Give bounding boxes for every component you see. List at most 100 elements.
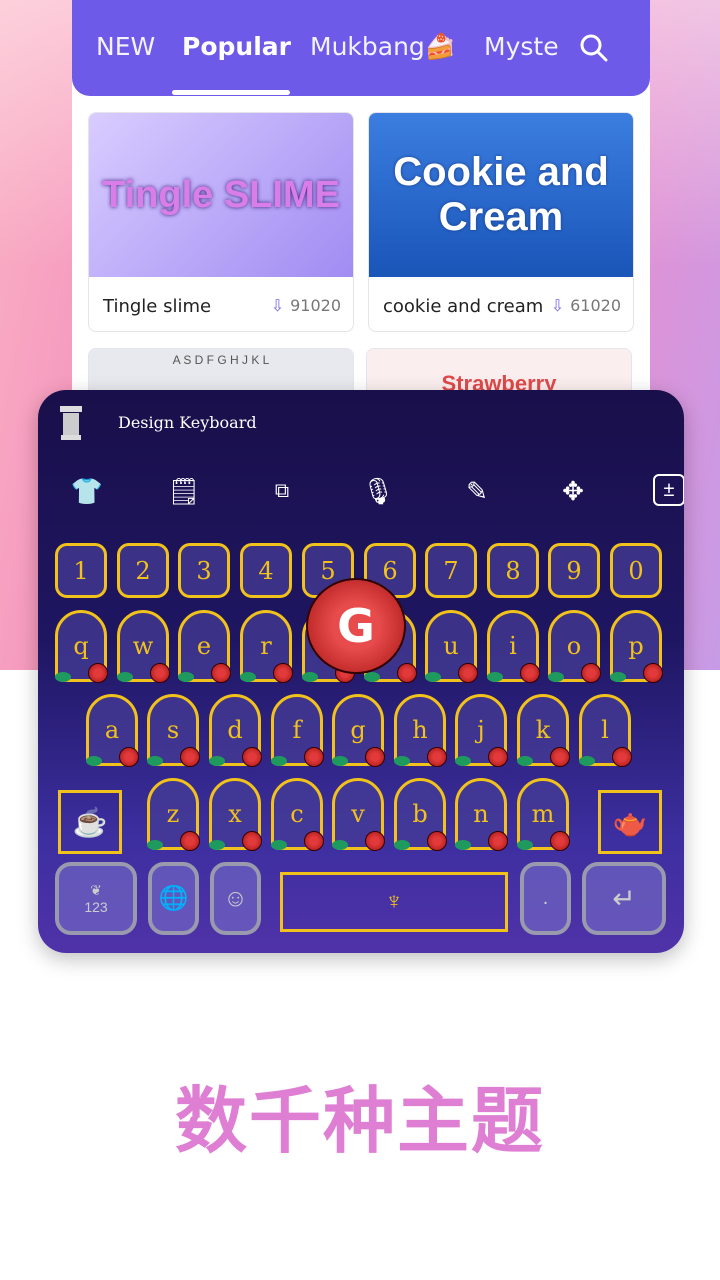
rose-icon — [180, 831, 200, 851]
tshirt-icon[interactable]: 👕 — [70, 474, 104, 508]
key-s[interactable]: s — [147, 694, 200, 767]
pencil-icon[interactable]: ✎ — [460, 474, 494, 508]
key-8[interactable]: 8 — [487, 543, 539, 598]
key-label: u — [443, 632, 459, 660]
key-z[interactable]: z — [147, 778, 200, 851]
space-key[interactable]: ♆ — [280, 872, 508, 932]
rose-icon — [550, 747, 570, 767]
rose-icon — [488, 831, 508, 851]
rose-icon — [88, 663, 108, 683]
rose-icon — [581, 663, 601, 683]
key-label: 4 — [258, 556, 274, 585]
teacup-key[interactable]: ☕ — [58, 790, 122, 854]
key-k[interactable]: k — [517, 694, 570, 767]
translate-icon[interactable]: ⧉ — [265, 474, 299, 508]
key-label: 1 — [73, 556, 89, 585]
key-label: z — [166, 800, 180, 828]
leaf-icon — [147, 756, 163, 766]
rose-icon — [612, 747, 632, 767]
key-label: h — [412, 716, 428, 744]
key-p[interactable]: p — [610, 610, 663, 683]
key-0[interactable]: 0 — [610, 543, 662, 598]
enter-key[interactable]: ↵ — [582, 862, 666, 935]
leaf-icon — [425, 672, 441, 682]
leaf-icon — [271, 840, 287, 850]
key-r[interactable]: r — [240, 610, 293, 683]
key-i[interactable]: i — [487, 610, 540, 683]
key-a[interactable]: a — [86, 694, 139, 767]
key-q[interactable]: q — [55, 610, 108, 683]
key-2[interactable]: 2 — [117, 543, 169, 598]
resize-icon[interactable]: ✥ — [556, 474, 590, 508]
leaf-icon — [579, 756, 595, 766]
key-label: w — [132, 632, 154, 660]
key-label: e — [196, 632, 212, 660]
key-v[interactable]: v — [332, 778, 385, 851]
rose-icon — [304, 831, 324, 851]
key-d[interactable]: d — [209, 694, 262, 767]
rose-icon — [365, 747, 385, 767]
teapot-key[interactable]: 🫖 — [598, 790, 662, 854]
rose-icon — [643, 663, 663, 683]
leaf-icon — [209, 840, 225, 850]
rose-icon — [488, 747, 508, 767]
key-c[interactable]: c — [271, 778, 324, 851]
quick-note-icon[interactable]: 🗒 — [167, 474, 201, 508]
pillar-icon — [60, 406, 82, 440]
key-h[interactable]: h — [394, 694, 447, 767]
download-count: ⇩ 91020 — [270, 296, 341, 315]
theme-name: Tingle slime — [103, 296, 212, 317]
leaf-icon — [332, 756, 348, 766]
key-label: f — [292, 716, 302, 744]
key-e[interactable]: e — [178, 610, 231, 683]
leaf-icon — [455, 840, 471, 850]
key-n[interactable]: n — [455, 778, 508, 851]
key-1[interactable]: 1 — [55, 543, 107, 598]
key-x[interactable]: x — [209, 778, 262, 851]
key-4[interactable]: 4 — [240, 543, 292, 598]
calculator-icon[interactable]: ± — [653, 474, 684, 506]
key-3[interactable]: 3 — [178, 543, 230, 598]
download-icon: ⇩ — [550, 296, 565, 315]
key-u[interactable]: u — [425, 610, 478, 683]
key-label: j — [477, 716, 485, 744]
key-label: c — [290, 800, 304, 828]
key-label: l — [601, 716, 609, 744]
keyboard-title: Design Keyboard — [118, 413, 257, 432]
rose-icon — [211, 663, 231, 683]
key-o[interactable]: o — [548, 610, 601, 683]
leaf-icon — [517, 756, 533, 766]
key-label: 7 — [443, 556, 459, 585]
tab-mukbang[interactable]: Mukbang🍰 — [310, 32, 456, 62]
key-b[interactable]: b — [394, 778, 447, 851]
tab-mystery[interactable]: Myster — [484, 32, 558, 61]
key-label: v — [351, 800, 365, 828]
period-key[interactable]: . — [520, 862, 571, 935]
search-icon[interactable] — [580, 34, 608, 62]
key-f[interactable]: f — [271, 694, 324, 767]
key-m[interactable]: m — [517, 778, 570, 851]
theme-card[interactable]: Cookie and Cream cookie and cream ⇩ 61020 — [368, 112, 634, 332]
globe-icon[interactable]: 🌐 — [148, 862, 199, 935]
theme-card[interactable]: Tingle SLIME Tingle slime ⇩ 91020 — [88, 112, 354, 332]
tab-popular[interactable]: Popular — [182, 32, 291, 61]
leaf-icon — [455, 756, 471, 766]
tab-new[interactable]: NEW — [96, 32, 155, 61]
key-j[interactable]: j — [455, 694, 508, 767]
emoji-icon[interactable]: ☺ — [210, 862, 261, 935]
key-7[interactable]: 7 — [425, 543, 477, 598]
leaf-icon — [178, 672, 194, 682]
theme-thumbnail: Cookie and Cream — [369, 113, 633, 277]
key-g[interactable]: g — [332, 694, 385, 767]
key-w[interactable]: w — [117, 610, 170, 683]
key-label: 3 — [196, 556, 212, 585]
key-9[interactable]: 9 — [548, 543, 600, 598]
key-label: p — [628, 632, 644, 660]
key-l[interactable]: l — [579, 694, 632, 767]
key-label: g — [350, 716, 366, 744]
leaf-icon — [487, 672, 503, 682]
leaf-icon — [86, 756, 102, 766]
key-label: 2 — [135, 556, 151, 585]
symbols-key[interactable]: ❦ 123 — [55, 862, 137, 935]
microphone-icon[interactable]: 🎙 — [361, 474, 395, 508]
